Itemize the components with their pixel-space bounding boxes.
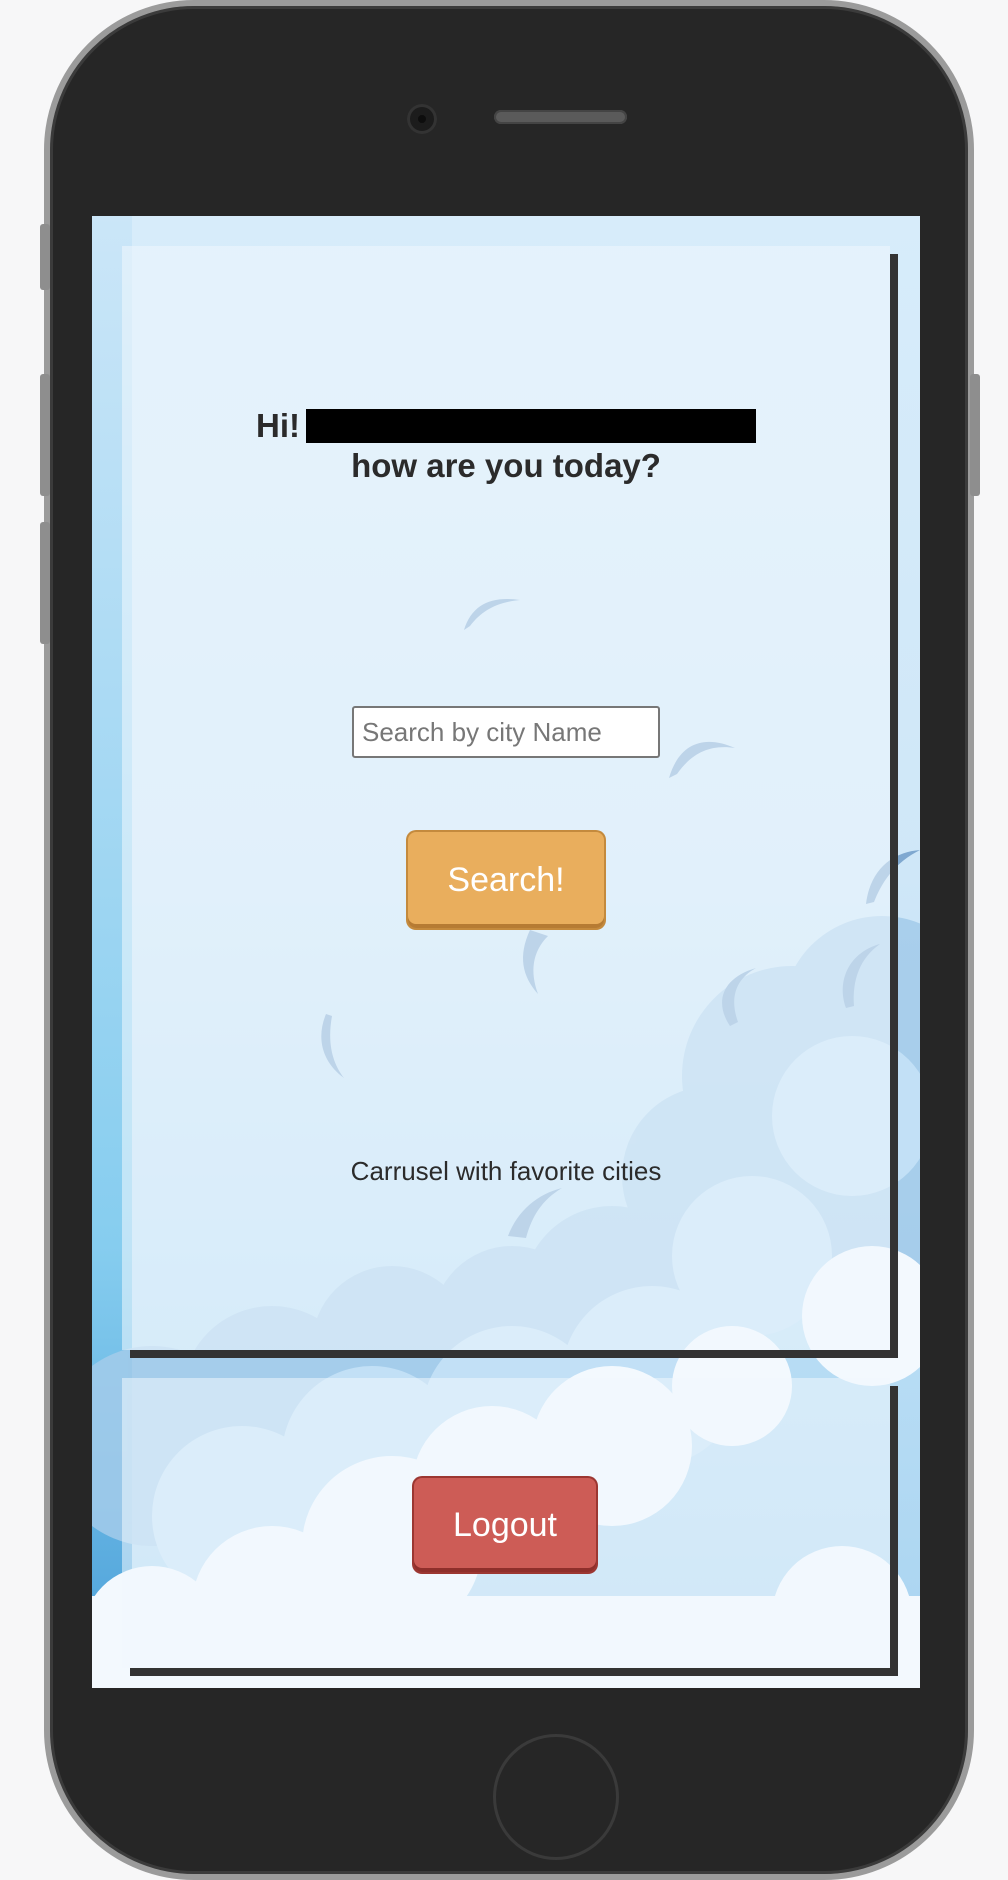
favorite-cities-carousel: Carrusel with favorite cities: [350, 1156, 662, 1186]
front-camera: [407, 104, 437, 134]
redacted-username: [306, 409, 756, 443]
city-search-input[interactable]: [352, 706, 660, 758]
logout-card: Logout: [122, 1378, 890, 1668]
greeting-heading: Hi! how are you today?: [122, 406, 890, 486]
volume-up-button: [40, 374, 50, 496]
mute-switch: [40, 224, 50, 290]
main-card: Hi! how are you today? Search! Carrusel …: [122, 246, 890, 1350]
logout-button[interactable]: Logout: [414, 1478, 596, 1572]
greeting-question: how are you today?: [351, 447, 661, 484]
power-button: [970, 374, 980, 496]
volume-down-button: [40, 522, 50, 644]
app-screen: Hi! how are you today? Search! Carrusel …: [92, 216, 920, 1688]
earpiece-speaker: [494, 110, 627, 124]
search-button[interactable]: Search!: [408, 832, 604, 928]
greeting-hi: Hi!: [256, 407, 300, 444]
home-button[interactable]: [493, 1734, 619, 1860]
